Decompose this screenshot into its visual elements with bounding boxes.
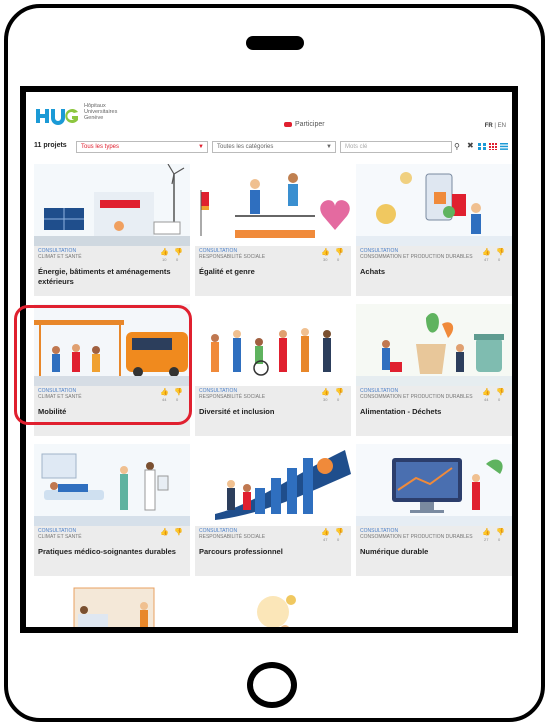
project-illustration <box>356 444 512 526</box>
likes-count: 10 <box>162 257 167 262</box>
thumbs-up-icon[interactable]: 👍 <box>321 248 330 256</box>
thumbs-up-icon[interactable]: 👍 <box>482 528 491 536</box>
filter-toolbar: 11 projets Tous les types ▼ Toutes les c… <box>26 138 512 156</box>
project-category: RESPONSABILITÉ SOCIALE <box>199 394 266 400</box>
project-card[interactable]: CONSULTATION RESPONSABILITÉ SOCIALE 👍 👎 … <box>195 304 351 436</box>
project-category: CONSOMMATION ET PRODUCTION DURABLES <box>360 534 473 540</box>
project-card[interactable]: CONSULTATION CONSOMMATION ET PRODUCTION … <box>356 444 512 576</box>
vote-counter: 👍 👎 44 0 <box>482 388 508 402</box>
dislikes-count: 0 <box>337 257 340 262</box>
dislikes-count: 0 <box>498 397 501 402</box>
project-illustration <box>195 304 351 386</box>
thumbs-down-icon[interactable]: 👎 <box>174 248 183 256</box>
thumbs-down-icon[interactable]: 👎 <box>335 388 344 396</box>
tablet-speaker <box>246 36 304 50</box>
project-category: RESPONSABILITÉ SOCIALE <box>199 254 266 260</box>
vote-counter: 👍 👎 30 0 <box>321 388 347 402</box>
site-header: Hôpitaux Universitaires Genève Participe… <box>26 92 512 138</box>
list-view-icon[interactable] <box>500 143 508 150</box>
thumbs-down-icon[interactable]: 👎 <box>496 388 505 396</box>
vote-counter: 👍 👎 <box>160 528 186 542</box>
project-illustration <box>34 444 190 526</box>
dislikes-count: 0 <box>176 257 179 262</box>
likes-count: 30 <box>323 397 328 402</box>
home-button[interactable] <box>247 662 297 708</box>
likes-count: 47 <box>323 537 328 542</box>
thumbs-up-icon[interactable]: 👍 <box>160 248 169 256</box>
lang-en[interactable]: EN <box>498 123 506 129</box>
project-illustration <box>356 304 512 386</box>
project-card[interactable]: CONSULTATION RESPONSABILITÉ SOCIALE 👍 👎 … <box>195 444 351 576</box>
likes-count: 47 <box>484 257 489 262</box>
likes-count: 44 <box>484 397 489 402</box>
project-category: CONSOMMATION ET PRODUCTION DURABLES <box>360 394 473 400</box>
project-title[interactable]: Parcours professionnel <box>199 547 349 557</box>
vote-counter: 👍 👎 47 0 <box>482 248 508 262</box>
category-select[interactable]: Toutes les catégories ▼ <box>212 141 336 153</box>
project-illustration <box>356 164 512 246</box>
project-title[interactable]: Numérique durable <box>360 547 510 557</box>
likes-count: 30 <box>323 257 328 262</box>
project-card[interactable]: CONSULTATION CONSOMMATION ET PRODUCTION … <box>356 164 512 296</box>
dislikes-count: 0 <box>337 397 340 402</box>
thumbs-up-icon[interactable]: 👍 <box>160 528 169 536</box>
thumbs-down-icon[interactable]: 👎 <box>496 248 505 256</box>
thumbs-down-icon[interactable]: 👎 <box>335 248 344 256</box>
thumbs-up-icon[interactable]: 👍 <box>482 388 491 396</box>
thumbs-down-icon[interactable]: 👎 <box>496 528 505 536</box>
project-card-partial[interactable] <box>195 584 351 627</box>
tile-view-icon[interactable] <box>489 143 497 150</box>
project-title[interactable]: Achats <box>360 267 510 277</box>
project-title[interactable]: Énergie, bâtiments et aménagements extér… <box>38 267 188 287</box>
project-category: CLIMAT ET SANTÉ <box>38 534 82 540</box>
project-category: RESPONSABILITÉ SOCIALE <box>199 534 266 540</box>
grid-view-icon[interactable] <box>478 143 486 150</box>
project-title[interactable]: Diversité et inclusion <box>199 407 349 417</box>
search-input[interactable]: Mots clé <box>340 141 452 153</box>
vote-counter: 👍 👎 47 0 <box>321 528 347 542</box>
search-icon[interactable]: ⚲ <box>454 142 460 151</box>
project-illustration <box>34 164 190 246</box>
project-card-partial[interactable] <box>34 584 190 627</box>
project-card[interactable]: CONSULTATION RESPONSABILITÉ SOCIALE 👍 👎 … <box>195 164 351 296</box>
chevron-down-icon: ▼ <box>326 144 332 150</box>
project-illustration <box>195 164 351 246</box>
vote-counter: 👍 👎 30 0 <box>321 248 347 262</box>
mobility-highlight <box>14 305 192 425</box>
clear-icon[interactable]: ✖ <box>467 141 474 150</box>
project-card[interactable]: CONSULTATION CLIMAT ET SANTÉ 👍 👎 10 0 Én… <box>34 164 190 296</box>
logo-caption: Hôpitaux Universitaires Genève <box>84 103 118 121</box>
hug-logo[interactable] <box>36 106 80 126</box>
project-title[interactable]: Égalité et genre <box>199 267 349 277</box>
pen-icon <box>284 122 292 127</box>
lang-fr[interactable]: FR <box>485 123 493 129</box>
participate-link[interactable]: Participer <box>284 121 325 128</box>
thumbs-up-icon[interactable]: 👍 <box>321 528 330 536</box>
project-title[interactable]: Pratiques médico-soignantes durables <box>38 547 188 557</box>
project-card[interactable]: CONSULTATION CONSOMMATION ET PRODUCTION … <box>356 304 512 436</box>
project-count: 11 projets <box>34 142 67 149</box>
project-title[interactable]: Alimentation - Déchets <box>360 407 510 417</box>
type-select[interactable]: Tous les types ▼ <box>76 141 208 153</box>
dislikes-count: 0 <box>337 537 340 542</box>
language-switch[interactable]: FR | EN <box>485 123 506 129</box>
project-category: CONSOMMATION ET PRODUCTION DURABLES <box>360 254 473 260</box>
thumbs-up-icon[interactable]: 👍 <box>482 248 491 256</box>
likes-count: 27 <box>484 537 489 542</box>
project-illustration <box>195 444 351 526</box>
thumbs-down-icon[interactable]: 👎 <box>174 528 183 536</box>
dislikes-count: 0 <box>498 257 501 262</box>
dislikes-count: 0 <box>498 537 501 542</box>
vote-counter: 👍 👎 27 0 <box>482 528 508 542</box>
project-illustration <box>73 587 155 627</box>
chevron-down-icon: ▼ <box>198 144 204 150</box>
thumbs-up-icon[interactable]: 👍 <box>321 388 330 396</box>
project-card[interactable]: CONSULTATION CLIMAT ET SANTÉ 👍 👎 Pratiqu… <box>34 444 190 576</box>
vote-counter: 👍 👎 10 0 <box>160 248 186 262</box>
thumbs-down-icon[interactable]: 👎 <box>335 528 344 536</box>
project-illustration <box>257 595 296 627</box>
project-category: CLIMAT ET SANTÉ <box>38 254 82 260</box>
